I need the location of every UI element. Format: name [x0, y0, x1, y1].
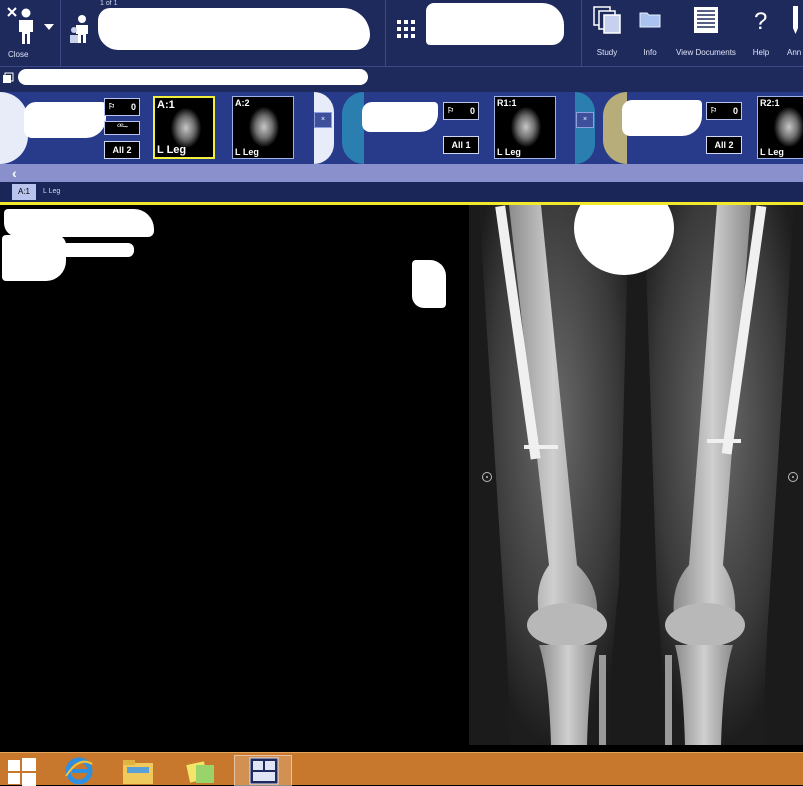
internet-explorer-icon: [65, 757, 93, 785]
annotation-icon: [793, 6, 798, 34]
taskbar-file-explorer[interactable]: [110, 755, 168, 786]
close-study-button[interactable]: ×: [314, 112, 332, 128]
image-viewport[interactable]: [0, 205, 803, 752]
redacted-overlay-info: [4, 209, 154, 237]
flag-counter[interactable]: ⚐ 0: [443, 102, 479, 120]
redacted-study-description: [18, 69, 368, 85]
close-button[interactable]: Close: [4, 4, 56, 62]
layout-grid-icon[interactable]: [397, 20, 415, 38]
documents-icon: [694, 7, 718, 33]
thumbnail-label: L Leg: [235, 147, 259, 157]
flag-counter[interactable]: ⚐ 0: [104, 98, 140, 116]
thumbnail-image: [249, 107, 279, 147]
view-documents-button[interactable]: View Documents: [670, 0, 742, 66]
next-image-handle[interactable]: [788, 472, 798, 482]
study-label: Study: [596, 48, 618, 57]
thumbnail-image: [511, 107, 541, 147]
thumbnail-id: R1:1: [497, 98, 517, 108]
show-all-button[interactable]: All 1: [443, 136, 479, 154]
show-all-button[interactable]: All 2: [104, 141, 140, 159]
help-icon: ?: [754, 8, 767, 33]
series-label: L Leg: [43, 188, 61, 195]
annotation-label: Ann: [787, 48, 802, 57]
thumbnail-label: L Leg: [157, 144, 187, 156]
close-study-button[interactable]: ×: [576, 112, 594, 128]
thumbnail-r2-1[interactable]: R2:1 L Leg: [757, 96, 803, 159]
redacted-overlay-info: [2, 235, 66, 281]
redacted-study-date: [622, 100, 702, 136]
prev-image-handle[interactable]: [482, 472, 492, 482]
study-icon: [593, 6, 621, 34]
redacted-study-info: [426, 3, 564, 45]
windows-taskbar: [0, 752, 803, 786]
thumbnail-r1-1[interactable]: R1:1 L Leg: [494, 96, 556, 159]
thumbnail-image: [774, 107, 803, 147]
study-list-icon[interactable]: [2, 72, 14, 84]
signature-icon[interactable]: ꟹ~: [104, 121, 140, 135]
back-chevron-icon[interactable]: ‹: [12, 164, 17, 182]
help-label: Help: [752, 48, 770, 57]
close-patient-icon: [7, 7, 33, 44]
close-label: Close: [8, 50, 29, 59]
thumbnail-id: A:2: [235, 98, 250, 108]
taskbar-internet-explorer[interactable]: [50, 755, 108, 786]
redacted-patient-name: [98, 8, 370, 50]
series-tab-row: A:1 L Leg: [0, 182, 803, 202]
thumbnail-label: L Leg: [760, 147, 784, 157]
patient-pager: 1 of 1: [100, 0, 118, 7]
taskbar-pacs-viewer[interactable]: [234, 755, 292, 786]
main-toolbar: Close 1 of 1 Study Info View Documents ?…: [0, 0, 803, 66]
annotation-button[interactable]: Ann: [780, 0, 803, 66]
folder-icon: [123, 760, 153, 784]
thumbnail-strip: ⚐ 0 ꟹ~ All 2 A:1 L Leg A:2 L Leg × ⚐ 0 A…: [0, 92, 803, 164]
study-group-cap[interactable]: [314, 92, 334, 164]
flag-counter[interactable]: ⚐ 0: [706, 102, 742, 120]
xray-image[interactable]: [469, 205, 803, 745]
svg-text:?: ?: [754, 8, 767, 33]
flag-icon: ⚐: [108, 102, 116, 111]
toolbar-divider: [60, 0, 61, 66]
patient-icon[interactable]: [68, 14, 92, 44]
series-tab[interactable]: A:1: [12, 184, 36, 200]
toolbar-divider: [385, 0, 386, 66]
redacted-overlay-info: [412, 260, 446, 308]
info-button[interactable]: Info: [630, 0, 670, 66]
pacs-viewer-icon: [249, 757, 279, 785]
info-folder-icon: [639, 12, 661, 28]
info-label: Info: [643, 48, 657, 57]
windows-logo-icon: [8, 758, 36, 786]
study-details-bar: [0, 66, 803, 92]
show-all-button[interactable]: All 2: [706, 136, 742, 154]
thumbnail-id: A:1: [157, 99, 175, 111]
close-dropdown-arrow-icon[interactable]: [44, 24, 54, 30]
study-group-cap[interactable]: [575, 92, 595, 164]
flag-icon: ⚐: [447, 106, 455, 115]
thumbnail-id: R2:1: [760, 98, 780, 108]
toolbar-divider: [581, 0, 582, 66]
start-button[interactable]: [0, 755, 44, 786]
study-group-cap[interactable]: [342, 92, 364, 164]
view-documents-label: View Documents: [676, 48, 736, 57]
sticky-notes-icon: [186, 761, 214, 783]
series-nav-bar: ‹: [0, 164, 803, 182]
thumbnail-image: [171, 108, 201, 148]
flag-icon: ⚐: [710, 106, 718, 115]
taskbar-app-notes[interactable]: [172, 755, 230, 786]
redacted-study-date: [362, 102, 438, 132]
thumbnail-a1[interactable]: A:1 L Leg: [153, 96, 215, 159]
redacted-study-date: [24, 102, 106, 138]
thumbnail-a2[interactable]: A:2 L Leg: [232, 96, 294, 159]
thumbnail-label: L Leg: [497, 147, 521, 157]
help-button[interactable]: ? Help: [744, 0, 778, 66]
redacted-overlay-info: [60, 243, 134, 257]
bilateral-leg-radiograph: [469, 205, 803, 745]
study-button[interactable]: Study: [584, 0, 630, 66]
